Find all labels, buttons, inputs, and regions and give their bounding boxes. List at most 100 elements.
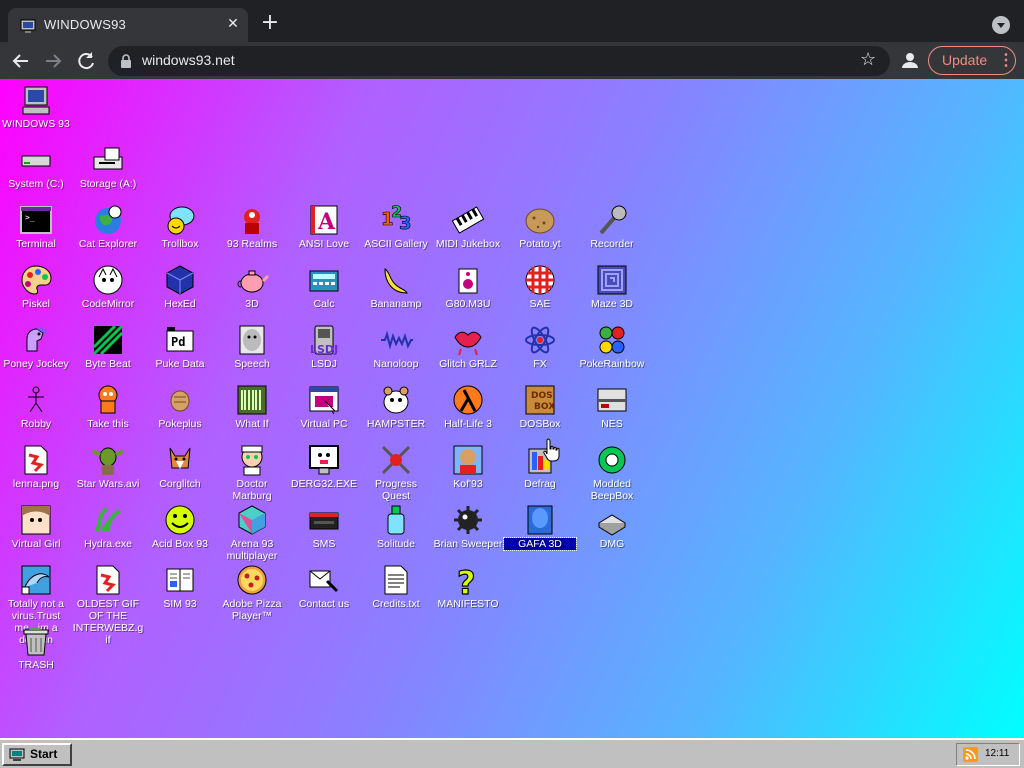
desktop-icon-label: Corglitch	[159, 478, 201, 490]
desktop-icon[interactable]: LSDJ LSDJ	[288, 323, 360, 370]
desktop-icon[interactable]: Virtual PC	[288, 383, 360, 430]
desktop-icon[interactable]: Trollbox	[144, 203, 216, 250]
desktop-icon[interactable]: Adobe Pizza Player™	[216, 563, 288, 622]
desktop-icon-label: Kof'93	[453, 478, 483, 490]
desktop-icon-label: Acid Box 93	[151, 538, 209, 550]
desktop-icon[interactable]: DERG32.EXE	[288, 443, 360, 490]
profile-icon[interactable]	[898, 48, 922, 72]
desktop-icon[interactable]: G80.M3U	[432, 263, 504, 310]
desktop-icon-label: Maze 3D	[590, 298, 633, 310]
desktop-icon[interactable]: Hydra.exe	[72, 503, 144, 550]
desktop-icon[interactable]: Pokeplus	[144, 383, 216, 430]
desktop-icon[interactable]: HexEd	[144, 263, 216, 310]
bookmark-star-icon[interactable]: ☆	[860, 49, 876, 70]
desktop-icon[interactable]: HAMPSTER	[360, 383, 432, 430]
desktop-icon[interactable]: DMG	[576, 503, 648, 550]
desktop-icon[interactable]: Speech	[216, 323, 288, 370]
desktop-icon-label: Calc	[313, 298, 335, 310]
desktop-icon[interactable]: TRASH	[0, 624, 72, 671]
desktop-icon[interactable]: Doctor Marburg	[216, 443, 288, 502]
forward-icon[interactable]	[40, 48, 66, 74]
desktop-icon-label: FX	[533, 358, 547, 370]
palette-icon	[21, 265, 52, 295]
desktop-icon[interactable]: Contact us	[288, 563, 360, 610]
rss-icon[interactable]	[963, 747, 978, 762]
desktop-icon[interactable]: A ANSI Love	[288, 203, 360, 250]
desktop-icon[interactable]: Recorder	[576, 203, 648, 250]
desktop-icon[interactable]: CodeMirror	[72, 263, 144, 310]
desktop-icon[interactable]: Maze 3D	[576, 263, 648, 310]
dolphin-icon	[21, 565, 51, 595]
update-button[interactable]: Update ⋮	[928, 46, 1016, 75]
desktop-icon[interactable]: Storage (A:)	[72, 143, 144, 190]
desktop[interactable]: WINDOWS 93 System (C:) Storage (A:) >_ Termi…	[0, 79, 1024, 738]
desktop-icon[interactable]: System (C:)	[0, 143, 72, 190]
desktop-icon[interactable]: Kof'93	[432, 443, 504, 490]
desktop-icon[interactable]: What If	[216, 383, 288, 430]
desktop-icon[interactable]: PokeRainbow	[576, 323, 648, 370]
desktop-icon[interactable]: Poney Jockey	[0, 323, 72, 370]
desktop-icon[interactable]: Byte Beat	[72, 323, 144, 370]
desktop-icon[interactable]: Cat Explorer	[72, 203, 144, 250]
desktop-icon-label: Bananamp	[370, 298, 422, 310]
lambda-icon	[453, 385, 483, 415]
desktop-icon[interactable]: >_ Terminal	[0, 203, 72, 250]
desktop-icon[interactable]: Nanoloop	[360, 323, 432, 370]
tab-strip: WINDOWS93 ✕ +	[0, 0, 1024, 42]
stick-figure-icon	[28, 386, 44, 413]
desktop-icon[interactable]: SIM 93	[144, 563, 216, 610]
desktop-icon[interactable]: Take this	[72, 383, 144, 430]
browser-tab[interactable]: WINDOWS93 ✕	[8, 8, 248, 42]
desktop-icon[interactable]: Acid Box 93	[144, 503, 216, 550]
desktop-icon[interactable]: Robby	[0, 383, 72, 430]
tab-search-icon[interactable]	[992, 16, 1010, 34]
desktop-icon[interactable]: Solitude	[360, 503, 432, 550]
desktop-icon-label: Robby	[20, 418, 52, 430]
desktop-icon[interactable]: Glitch GRLZ	[432, 323, 504, 370]
speaker-icon	[458, 268, 478, 294]
svg-text:3: 3	[399, 213, 412, 234]
desktop-icon[interactable]: Modded BeepBox	[576, 443, 648, 502]
desktop-icon[interactable]: Piskel	[0, 263, 72, 310]
desktop-icon[interactable]: NES	[576, 383, 648, 430]
menu-dots-icon[interactable]: ⋮	[998, 50, 1014, 70]
start-computer-icon	[9, 748, 25, 761]
desktop-icon-label: Storage (A:)	[79, 178, 137, 190]
reload-icon[interactable]	[73, 48, 99, 74]
desktop-icon[interactable]: OLDEST GIF OF THE INTERWEBZ.gif	[72, 563, 144, 646]
desktop-icon[interactable]: Corglitch	[144, 443, 216, 490]
desktop-icon[interactable]: MIDI Jukebox	[432, 203, 504, 250]
address-bar[interactable]: windows93.net ☆	[108, 46, 890, 76]
desktop-icon[interactable]: FX	[504, 323, 576, 370]
desktop-icon[interactable]: Progress Quest	[360, 443, 432, 502]
desktop-icon[interactable]: SAE	[504, 263, 576, 310]
desktop-icon[interactable]: 93 Realms	[216, 203, 288, 250]
desktop-icon[interactable]: lenna.png	[0, 443, 72, 490]
gif-file-icon	[96, 565, 120, 595]
desktop-icon[interactable]: Arena 93 multiplayer	[216, 503, 288, 562]
face-icon	[239, 325, 265, 355]
desktop-icon-label: G80.M3U	[445, 298, 491, 310]
new-tab-button[interactable]: +	[258, 12, 282, 34]
desktop-icon[interactable]: ? MANIFESTO	[432, 563, 504, 610]
start-button[interactable]: Start	[2, 743, 72, 766]
desktop-icon[interactable]: Bananamp	[360, 263, 432, 310]
tab-close-icon[interactable]: ✕	[224, 15, 242, 33]
desktop-icon[interactable]: Defrag	[504, 443, 576, 490]
desktop-icon[interactable]: Half-Life 3	[432, 383, 504, 430]
desktop-icon[interactable]: Virtual Girl	[0, 503, 72, 550]
desktop-icon[interactable]: SMS	[288, 503, 360, 550]
desktop-icon[interactable]: Pd Puke Data	[144, 323, 216, 370]
desktop-icon[interactable]: DOS BOX DOSBox	[504, 383, 576, 430]
desktop-icon[interactable]: Credits.txt	[360, 563, 432, 610]
desktop-icon[interactable]: GAFA 3D	[503, 503, 577, 551]
desktop-icon[interactable]: Calc	[288, 263, 360, 310]
back-icon[interactable]	[8, 48, 34, 74]
desktop-icon[interactable]: 1 2 3 ASCII Gallery	[360, 203, 432, 250]
desktop-icon[interactable]: WINDOWS 93	[0, 83, 72, 130]
desktop-icon[interactable]: Star Wars.avi	[72, 443, 144, 490]
desktop-icon[interactable]: Brian Sweeper	[432, 503, 504, 550]
desktop-icon[interactable]: Potato.yt	[504, 203, 576, 250]
fighter-icon	[453, 445, 483, 475]
desktop-icon[interactable]: 3D	[216, 263, 288, 310]
